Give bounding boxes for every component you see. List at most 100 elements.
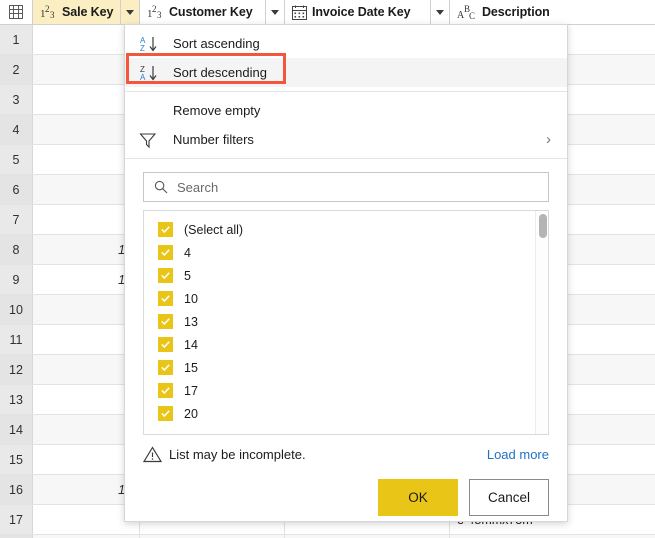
number-123-icon: 1 2 3 bbox=[147, 5, 164, 19]
checkbox-checked-icon[interactable] bbox=[158, 222, 173, 237]
list-item[interactable]: 5 bbox=[144, 264, 548, 287]
checkbox-checked-icon[interactable] bbox=[158, 360, 173, 375]
row-number[interactable]: 2 bbox=[0, 55, 33, 84]
grid-header: 1 2 3 Sale Key 1 2 3 Customer Key Invoic… bbox=[0, 0, 655, 25]
menu-item-number-filters[interactable]: Number filters › bbox=[125, 125, 567, 154]
column-header-invoice-date-key[interactable]: Invoice Date Key bbox=[285, 0, 450, 24]
list-item[interactable]: 13 bbox=[144, 310, 548, 333]
checkbox-checked-icon[interactable] bbox=[158, 406, 173, 421]
menu-item-remove-empty[interactable]: Remove empty bbox=[125, 96, 567, 125]
checkbox-checked-icon[interactable] bbox=[158, 291, 173, 306]
list-item[interactable]: 14 bbox=[144, 333, 548, 356]
svg-text:C: C bbox=[469, 11, 475, 20]
row-number[interactable]: 14 bbox=[0, 415, 33, 444]
svg-text:3: 3 bbox=[50, 10, 55, 19]
column-header-label: Customer Key bbox=[169, 5, 253, 19]
checkbox-checked-icon[interactable] bbox=[158, 383, 173, 398]
scrollbar-thumb[interactable] bbox=[539, 214, 547, 238]
warning-triangle-icon bbox=[143, 446, 162, 463]
list-item-label: 17 bbox=[184, 383, 198, 398]
load-more-link[interactable]: Load more bbox=[487, 447, 549, 462]
search-placeholder: Search bbox=[177, 179, 219, 195]
column-filter-dropdown-sale-key[interactable] bbox=[120, 0, 139, 24]
list-item[interactable]: 20 bbox=[144, 402, 548, 425]
row-number[interactable]: 7 bbox=[0, 205, 33, 234]
row-number[interactable]: 1 bbox=[0, 25, 33, 54]
filter-list-scrollbar[interactable] bbox=[535, 211, 548, 434]
column-filter-dropdown-panel[interactable]: A Z Sort ascending Z A Sort descending R… bbox=[124, 24, 568, 522]
menu-divider bbox=[125, 158, 567, 159]
abc-text-icon: A B C bbox=[457, 5, 477, 20]
list-item-label: (Select all) bbox=[184, 222, 244, 237]
checkbox-checked-icon[interactable] bbox=[158, 245, 173, 260]
list-item-label: 20 bbox=[184, 406, 198, 421]
list-item[interactable]: 17 bbox=[144, 379, 548, 402]
checkbox-checked-icon[interactable] bbox=[158, 337, 173, 352]
row-number[interactable]: 6 bbox=[0, 175, 33, 204]
column-header-label: Invoice Date Key bbox=[312, 5, 411, 19]
cancel-button[interactable]: Cancel bbox=[469, 479, 549, 516]
calendar-icon bbox=[292, 5, 307, 20]
svg-text:2: 2 bbox=[45, 5, 50, 14]
sort-ascending-icon: A Z bbox=[135, 35, 173, 53]
funnel-icon bbox=[135, 131, 173, 149]
sort-filter-menu: A Z Sort ascending Z A Sort descending R… bbox=[125, 25, 567, 163]
menu-divider bbox=[125, 91, 567, 92]
row-number[interactable]: 5 bbox=[0, 145, 33, 174]
column-filter-dropdown-customer-key[interactable] bbox=[265, 0, 284, 24]
list-item[interactable]: (Select all) bbox=[144, 218, 548, 241]
column-header-label: Sale Key bbox=[62, 5, 114, 19]
chevron-down-icon bbox=[436, 9, 444, 15]
row-number[interactable]: 11 bbox=[0, 325, 33, 354]
svg-text:3: 3 bbox=[157, 10, 162, 19]
row-number[interactable]: 3 bbox=[0, 85, 33, 114]
column-header-label: Description bbox=[482, 5, 550, 19]
search-input[interactable]: Search bbox=[143, 172, 549, 202]
menu-item-label: Number filters bbox=[173, 132, 254, 147]
list-item-label: 10 bbox=[184, 291, 198, 306]
column-header-customer-key[interactable]: 1 2 3 Customer Key bbox=[140, 0, 285, 24]
list-item-label: 14 bbox=[184, 337, 198, 352]
sort-descending-icon: Z A bbox=[135, 64, 173, 82]
row-number[interactable]: 16 bbox=[0, 475, 33, 504]
number-123-icon: 1 2 3 bbox=[40, 5, 57, 19]
chevron-down-icon bbox=[271, 9, 279, 15]
row-number[interactable]: 15 bbox=[0, 445, 33, 474]
column-filter-dropdown-invoice-date-key[interactable] bbox=[430, 0, 449, 24]
list-item[interactable]: 15 bbox=[144, 356, 548, 379]
row-number[interactable]: 8 bbox=[0, 235, 33, 264]
checkbox-checked-icon[interactable] bbox=[158, 314, 173, 329]
menu-item-sort-descending[interactable]: Z A Sort descending bbox=[125, 58, 567, 87]
row-number[interactable]: 12 bbox=[0, 355, 33, 384]
search-icon bbox=[154, 180, 168, 194]
column-header-sale-key[interactable]: 1 2 3 Sale Key bbox=[33, 0, 140, 24]
svg-text:Z: Z bbox=[140, 44, 145, 53]
row-number[interactable]: 17 bbox=[0, 505, 33, 534]
table-grid-icon bbox=[9, 5, 23, 19]
menu-item-label: Sort ascending bbox=[173, 36, 260, 51]
row-number[interactable]: 9 bbox=[0, 265, 33, 294]
list-item-label: 5 bbox=[184, 268, 191, 283]
chevron-down-icon bbox=[126, 9, 134, 15]
select-all-grid-corner[interactable] bbox=[0, 0, 33, 24]
filter-value-list[interactable]: (Select all) 4 5 10 13 14 15 17 20 bbox=[143, 210, 549, 435]
list-incomplete-text: List may be incomplete. bbox=[169, 447, 306, 462]
column-header-description[interactable]: A B C Description bbox=[450, 0, 655, 24]
ok-button[interactable]: OK bbox=[378, 479, 458, 516]
row-number[interactable]: 4 bbox=[0, 115, 33, 144]
menu-item-label: Sort descending bbox=[173, 65, 267, 80]
list-item-label: 13 bbox=[184, 314, 198, 329]
list-item[interactable]: 10 bbox=[144, 287, 548, 310]
row-number[interactable]: 10 bbox=[0, 295, 33, 324]
list-item-label: 4 bbox=[184, 245, 191, 260]
search-container: Search bbox=[125, 163, 567, 202]
list-item[interactable]: 4 bbox=[144, 241, 548, 264]
row-number[interactable]: 13 bbox=[0, 385, 33, 414]
checkbox-checked-icon[interactable] bbox=[158, 268, 173, 283]
list-item-label: 15 bbox=[184, 360, 198, 375]
menu-item-sort-ascending[interactable]: A Z Sort ascending bbox=[125, 29, 567, 58]
menu-item-label: Remove empty bbox=[173, 103, 261, 118]
list-incomplete-row: List may be incomplete. Load more bbox=[125, 435, 567, 463]
chevron-right-icon: › bbox=[546, 131, 551, 148]
dialog-button-row: OK Cancel bbox=[125, 463, 567, 516]
